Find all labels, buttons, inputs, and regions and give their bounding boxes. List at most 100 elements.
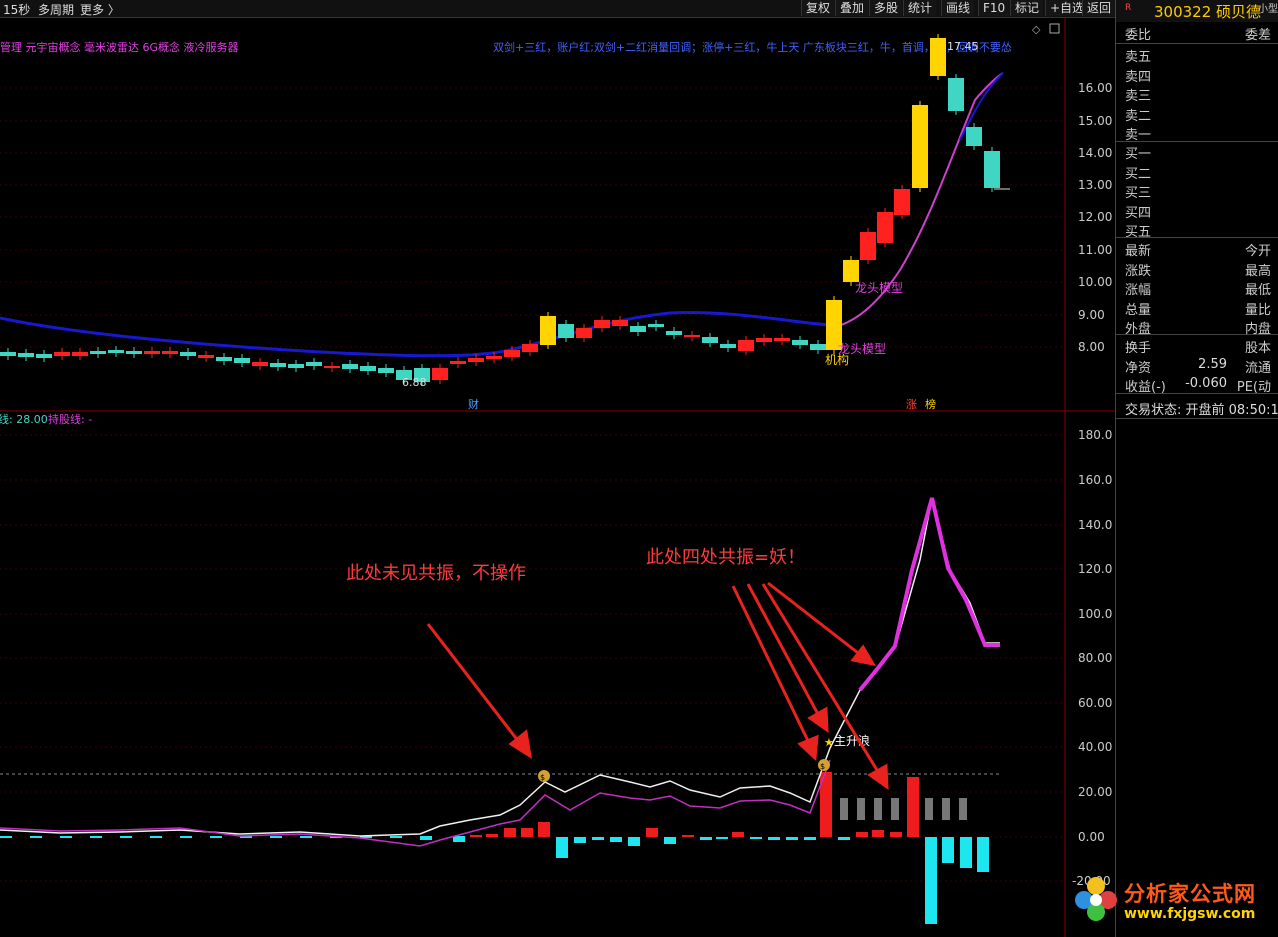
money-bag-icon-2: $ <box>818 759 830 771</box>
finance-marker: 财 <box>468 397 479 411</box>
statistics-button[interactable]: 统计 <box>903 0 937 16</box>
mark-button[interactable]: 标记 <box>1010 0 1044 16</box>
candle-body <box>810 344 826 350</box>
candle-body <box>288 364 304 368</box>
candle-body <box>54 352 70 356</box>
quote-stat-row: 涨幅 最低 <box>1125 283 1271 298</box>
candle-body <box>468 358 484 362</box>
gray-bars <box>840 798 967 820</box>
annotation-resonance: 此处四处共振=妖！ <box>646 547 806 568</box>
price-tick: 10.00 <box>1078 275 1112 289</box>
candle-body <box>450 361 466 364</box>
histogram-bar <box>270 836 282 838</box>
candle-body <box>216 357 232 361</box>
flower-icon <box>1075 877 1117 921</box>
price-tick: 11.00 <box>1078 243 1112 257</box>
histogram-bar <box>574 837 586 843</box>
logo-text: 分析家公式网 <box>1124 882 1256 906</box>
candle-body <box>912 105 928 188</box>
indicator-pink-line <box>0 759 831 847</box>
indicator-axis: 180.0 160.0 140.0 120.0 100.0 80.00 60.0… <box>1072 428 1112 888</box>
histogram-bar <box>420 836 432 840</box>
svg-text:◇: ◇ <box>1032 23 1041 36</box>
quote-stat-row: 最新 今开 <box>1125 244 1271 259</box>
candle-body <box>648 324 664 327</box>
candle-body <box>684 335 700 337</box>
back-button[interactable]: 返回 <box>1082 0 1115 16</box>
histogram-bar <box>180 836 192 838</box>
candle-body <box>930 38 946 76</box>
multi-period-button[interactable]: 多周期 <box>38 1 74 18</box>
high-price-label: 17.45 <box>947 40 979 53</box>
price-tick: 8.00 <box>1078 340 1105 354</box>
multi-stock-button[interactable]: 多股 <box>869 0 903 16</box>
histogram-bar <box>664 837 676 844</box>
indicator-histogram <box>0 772 989 924</box>
histogram-bar <box>716 837 728 839</box>
indicator-magenta-line <box>858 497 1000 692</box>
indicator-hold-label: 持股线: - <box>48 412 92 426</box>
sell-level-row: 卖一 <box>1125 128 1152 143</box>
candle-body <box>860 232 876 260</box>
candle-body <box>984 151 1000 188</box>
candle-body <box>270 363 286 367</box>
indicator-tick: 40.00 <box>1078 740 1112 754</box>
candle-body <box>18 353 34 357</box>
chart-corner-icons[interactable]: ◇ <box>1032 23 1060 36</box>
stock-tag: 小型 <box>1258 4 1278 15</box>
price-tick: 9.00 <box>1078 308 1105 322</box>
histogram-bar <box>470 835 482 837</box>
buy-level-row: 买二 <box>1125 166 1152 182</box>
histogram-bar <box>210 836 222 838</box>
period-selector[interactable]: 15秒 <box>3 1 30 18</box>
indicator-tick: 0.00 <box>1078 830 1105 844</box>
draw-line-button[interactable]: 画线 <box>941 0 975 16</box>
f10-button[interactable]: F10 <box>978 0 1010 16</box>
indicator-tick: 20.00 <box>1078 785 1112 799</box>
candle-body <box>522 344 538 352</box>
stock-header: R 300322 硕贝德 小型 <box>1116 0 1278 22</box>
indicator-tick: 60.00 <box>1078 696 1112 710</box>
candle-body <box>877 212 893 243</box>
quote-stat-row: 换手 股本 <box>1125 341 1271 356</box>
svg-text:$: $ <box>540 773 545 782</box>
institution-label: 机构 <box>825 352 849 367</box>
quote-stat-row: 总量 量比 <box>1125 302 1271 318</box>
candle-body <box>324 366 340 368</box>
candlesticks <box>0 34 1010 386</box>
histogram-bar <box>786 837 798 840</box>
fuquan-button[interactable]: 复权 <box>801 0 835 16</box>
quote-stat-row: 收益(-) -0.060 PE(动 <box>1125 376 1271 395</box>
rank-marker: 榜 <box>925 397 936 411</box>
histogram-bar <box>0 836 12 838</box>
candle-body <box>144 351 160 354</box>
candle-body <box>540 316 556 345</box>
candle-body <box>948 78 964 111</box>
candle-body <box>702 337 718 343</box>
histogram-bar <box>977 837 989 872</box>
price-axis: 16.00 15.00 14.00 13.00 12.00 11.00 10.0… <box>1078 81 1112 354</box>
histogram-bar <box>504 828 516 837</box>
sell-level-row: 卖二 <box>1125 108 1152 124</box>
histogram-bar <box>960 837 972 868</box>
histogram-bar <box>120 836 132 838</box>
candle-body <box>252 362 268 366</box>
kline-chart[interactable]: 管理 元宇宙概念 毫米波雷达 6G概念 液冷服务器 双剑+三红，账户红;双剑+二… <box>0 17 1115 937</box>
histogram-bar <box>390 836 402 838</box>
candle-body <box>966 127 982 146</box>
indicator-tick: 180.0 <box>1078 428 1112 442</box>
stock-name[interactable]: 300322 硕贝德 <box>1154 1 1261 22</box>
overlay-button[interactable]: 叠加 <box>835 0 869 16</box>
candle-body <box>126 351 142 354</box>
histogram-bar <box>556 837 568 858</box>
moving-average-line <box>0 311 831 358</box>
price-tick: 14.00 <box>1078 146 1112 160</box>
sell-level-row: 卖四 <box>1125 69 1152 85</box>
more-button[interactable]: 更多 〉 <box>80 1 120 18</box>
candle-body <box>720 344 736 348</box>
candle-body <box>306 362 322 366</box>
price-tick: 16.00 <box>1078 81 1112 95</box>
histogram-bar <box>300 836 312 838</box>
candle-body <box>756 338 772 342</box>
candle-body <box>108 350 124 353</box>
